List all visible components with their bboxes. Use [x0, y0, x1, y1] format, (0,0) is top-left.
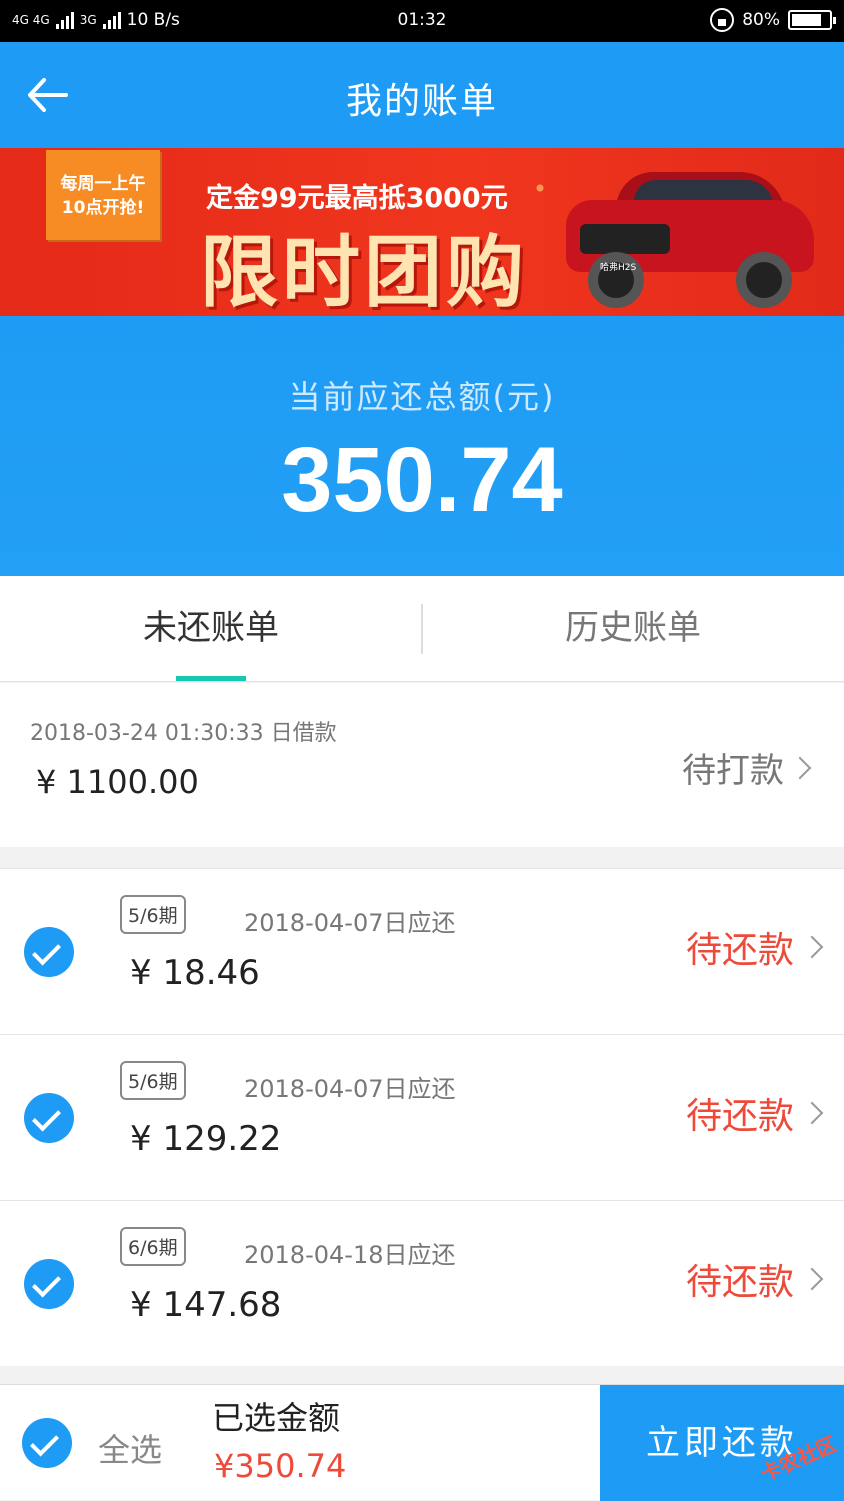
bill-tabs: 未还账单 历史账单 — [0, 576, 844, 682]
bill-status-link[interactable]: 待还款 — [685, 1253, 824, 1305]
bill-period: 6/6期 — [120, 1227, 186, 1266]
banner-tag: 每周一上午 10点开抢! — [46, 150, 160, 240]
checkbox-checked-icon[interactable] — [24, 1259, 74, 1309]
bill-amount: ¥ 129.22 — [130, 1119, 282, 1159]
status-bar: 4G 4G 3G 10 B/s 01:32 80% — [0, 0, 844, 42]
banner-tag-line2: 10点开抢! — [61, 198, 145, 218]
chevron-right-icon — [800, 1267, 824, 1291]
total-due-summary: 当前应还总额(元) 350.74 — [0, 316, 844, 576]
bill-amount: ¥ 147.68 — [130, 1285, 282, 1325]
tab-active-indicator — [176, 676, 246, 681]
tab-history[interactable]: 历史账单 — [422, 576, 844, 682]
payment-footer: 全选 已选金额 ¥350.74 立即还款 卡农社区 — [0, 1384, 844, 1501]
status-right: 80% — [710, 8, 836, 32]
bill-amount: ¥ 18.46 — [130, 953, 260, 993]
bill-period: 5/6期 — [120, 895, 186, 934]
banner-headline: 限时团购 — [200, 228, 529, 316]
car-badge: 哈弗H2S — [600, 263, 637, 273]
bill-due-date: 2018-04-07日应还 — [244, 909, 456, 937]
loan-date: 2018-03-24 01:30:33 日借款 — [30, 721, 337, 746]
bill-status: 待还款 — [685, 1096, 794, 1137]
rotation-lock-icon — [710, 8, 735, 32]
battery-icon — [788, 10, 836, 30]
chevron-right-icon — [800, 935, 824, 959]
bill-due-date: 2018-04-18日应还 — [244, 1241, 456, 1269]
bill-item[interactable]: 6/6期 2018-04-18日应还 ¥ 147.68 待还款 — [0, 1200, 844, 1366]
car-wheel-rear — [736, 252, 792, 308]
chevron-right-icon — [788, 756, 812, 779]
loan-amount: ¥ 1100.00 — [36, 763, 199, 801]
app-bar: 我的账单 — [0, 42, 844, 148]
bill-status-link[interactable]: 待还款 — [685, 921, 824, 973]
selected-amount-label: 已选金额 — [212, 1399, 341, 1437]
bill-status: 待还款 — [685, 1262, 794, 1303]
loan-card[interactable]: 2018-03-24 01:30:33 日借款 ¥ 1100.00 待打款 — [0, 683, 844, 847]
checkbox-checked-icon[interactable] — [24, 1093, 74, 1143]
battery-percent: 80% — [742, 10, 780, 30]
select-all-checkbox-icon[interactable] — [22, 1418, 72, 1468]
car-image: 哈弗H2S — [560, 160, 820, 310]
car-grille — [580, 224, 670, 254]
page-title: 我的账单 — [345, 81, 498, 122]
bill-item[interactable]: 5/6期 2018-04-07日应还 ¥ 18.46 待还款 — [0, 868, 844, 1034]
total-due-label: 当前应还总额(元) — [288, 378, 556, 416]
loan-status-link[interactable]: 待打款 — [682, 743, 812, 792]
bill-status-link[interactable]: 待还款 — [685, 1087, 824, 1139]
banner-tag-line1: 每周一上午 — [60, 174, 146, 194]
bill-status: 待还款 — [685, 930, 794, 971]
tab-unpaid[interactable]: 未还账单 — [0, 576, 422, 682]
promo-banner[interactable]: 每周一上午 10点开抢! 定金99元最高抵3000元 限时团购 哈弗H2S — [0, 148, 844, 316]
select-all-label[interactable]: 全选 — [98, 1425, 162, 1471]
bill-period: 5/6期 — [120, 1061, 186, 1100]
total-due-amount: 350.74 — [281, 429, 563, 531]
chevron-right-icon — [800, 1101, 824, 1125]
bill-item[interactable]: 5/6期 2018-04-07日应还 ¥ 129.22 待还款 — [0, 1034, 844, 1200]
bill-due-date: 2018-04-07日应还 — [244, 1075, 456, 1103]
loan-status: 待打款 — [682, 751, 784, 791]
checkbox-checked-icon[interactable] — [24, 927, 74, 977]
selected-amount-value: ¥350.74 — [214, 1447, 347, 1485]
